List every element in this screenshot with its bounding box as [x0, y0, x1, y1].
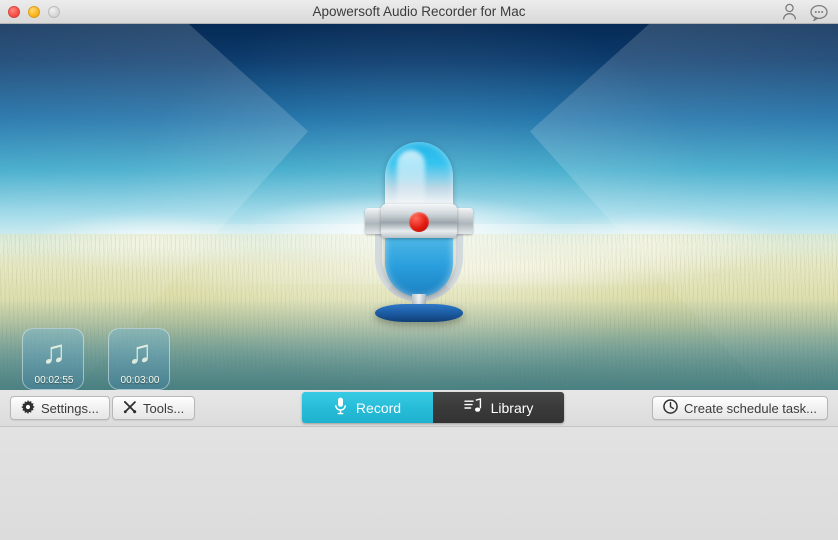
- track-duration: 00:02:55: [34, 375, 74, 386]
- clock-icon: [663, 399, 678, 417]
- titlebar-icons: [781, 3, 828, 21]
- tools-icon: [123, 400, 137, 417]
- settings-label: Settings...: [41, 400, 99, 416]
- tools-label: Tools...: [143, 400, 185, 416]
- tools-button[interactable]: Tools...: [112, 396, 196, 420]
- tab-library[interactable]: Library: [433, 392, 564, 423]
- microphone-icon: [334, 397, 347, 418]
- list-item[interactable]: ♫ 00:02:55 Track31: [18, 328, 88, 390]
- list-item[interactable]: ♫ 00:03:00 Track32: [104, 328, 174, 390]
- microphone-illustration: [359, 142, 479, 322]
- schedule-label: Create schedule task...: [684, 400, 817, 416]
- track-thumbnail[interactable]: ♫ 00:03:00: [108, 328, 170, 390]
- title-bar: Apowersoft Audio Recorder for Mac: [0, 0, 838, 24]
- track-duration: 00:03:00: [120, 375, 160, 386]
- app-window: Apowersoft Audio Recorder for Mac ♫ 00:0…: [0, 0, 838, 540]
- gear-icon: [21, 399, 35, 417]
- wallpaper-area: ♫ 00:02:55 Track31 ♫ 00:03:00 Track32: [0, 24, 838, 390]
- track-thumbnail[interactable]: ♫ 00:02:55: [22, 328, 84, 390]
- create-schedule-task-button[interactable]: Create schedule task...: [652, 396, 828, 420]
- mode-tabs: Record Library: [302, 392, 564, 423]
- window-title: Apowersoft Audio Recorder for Mac: [312, 4, 526, 19]
- mic-base: [375, 304, 463, 322]
- bottom-panel: 00:00:00 0.00 KB System Sound:: [0, 427, 838, 540]
- tab-library-label: Library: [490, 399, 534, 416]
- music-note-icon: ♫: [41, 333, 67, 370]
- tab-record-label: Record: [355, 399, 402, 416]
- music-note-icon: ♫: [127, 333, 153, 370]
- playlist-note-icon: [463, 398, 482, 417]
- feedback-icon[interactable]: [810, 4, 828, 21]
- track-list: ♫ 00:02:55 Track31 ♫ 00:03:00 Track32: [18, 328, 174, 390]
- tab-record[interactable]: Record: [302, 392, 433, 423]
- mic-red-dot: [409, 212, 429, 232]
- account-icon[interactable]: [781, 3, 798, 21]
- settings-button[interactable]: Settings...: [10, 396, 110, 420]
